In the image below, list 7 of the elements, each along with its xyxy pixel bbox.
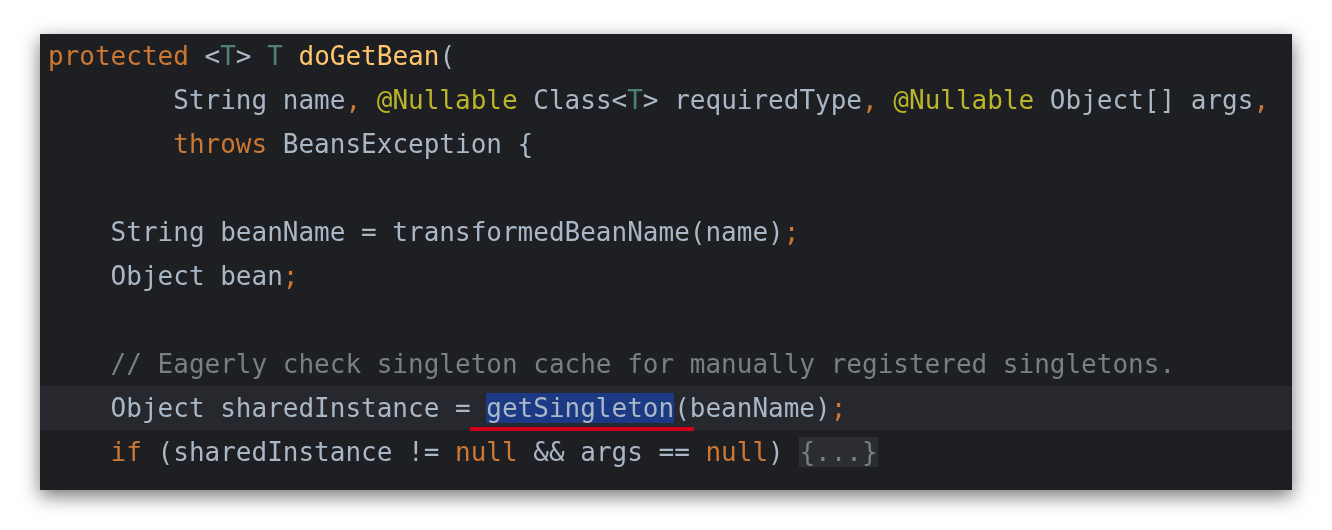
- code-line: protected <T> T doGetBean(: [47, 40, 457, 73]
- code-line: String name, @Nullable Class<T> requiredType, @Nullable Object[] args,: [172, 84, 1271, 117]
- code-line: if (sharedInstance != null && args == null) {...}: [109, 436, 879, 469]
- code-line: throws BeansException {: [172, 128, 535, 161]
- code-line: Object bean;: [109, 260, 300, 293]
- code-comment: // Eagerly check singleton cache for manually registered singletons.: [109, 348, 1177, 381]
- code-line: String beanName = transformedBeanName(name);: [109, 216, 801, 249]
